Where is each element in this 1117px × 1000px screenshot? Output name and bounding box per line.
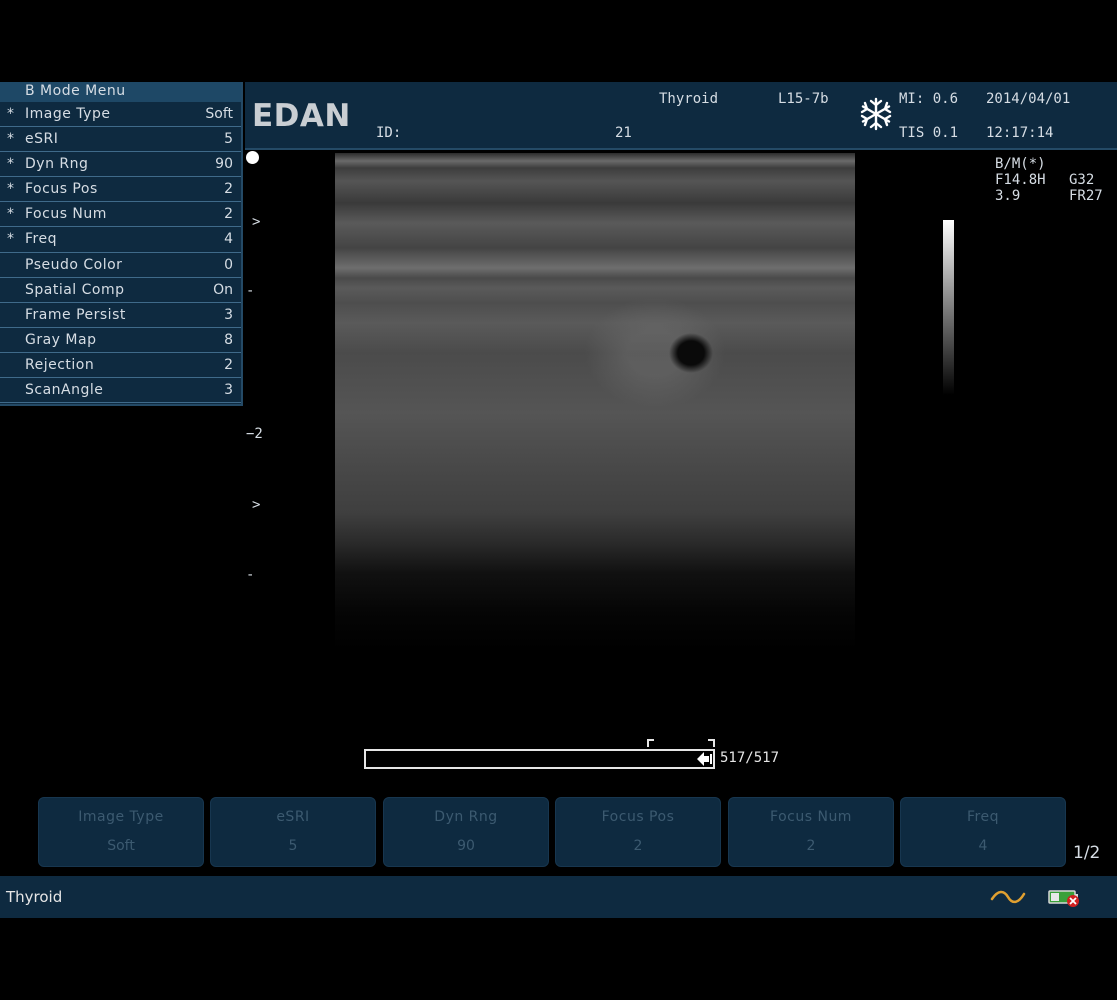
cine-frame-count: 517/517 [720, 750, 780, 766]
menu-item-pseudo-color[interactable]: Pseudo Color 0 [0, 253, 241, 278]
grayscale-bar [943, 220, 954, 395]
edan-logo: EDAN [252, 98, 351, 134]
menu-item-rejection[interactable]: Rejection 2 [0, 353, 241, 379]
depth-label-2: −2 [246, 426, 263, 442]
cine-range-end[interactable] [708, 739, 715, 747]
menu-item-frame-persist[interactable]: Frame Persist 3 [0, 303, 241, 328]
page-indicator[interactable]: 1/2 [1073, 843, 1100, 863]
snowflake-icon [860, 97, 892, 131]
b-mode-menu: B Mode Menu * Image Type Soft * eSRI 5 * Dyn … [0, 82, 243, 406]
mi-value: MI: 0.6 [899, 91, 959, 107]
soft-button-freq[interactable]: Freq 4 [900, 797, 1066, 867]
exam-name: Thyroid [659, 91, 719, 107]
probe-orientation-dot [246, 151, 259, 164]
gain-readout: G32 [1069, 172, 1095, 188]
menu-item-freq[interactable]: * Freq 4 [0, 227, 241, 253]
frame-rate-readout: FR27 [1069, 188, 1103, 204]
soft-button-image-type[interactable]: Image Type Soft [38, 797, 204, 867]
menu-title: B Mode Menu [0, 82, 241, 102]
ultrasound-image[interactable] [335, 153, 855, 650]
imaging-mode: B/M(*) [995, 156, 1046, 172]
depth-tick-1: - [246, 283, 255, 299]
wave-icon [990, 890, 1026, 904]
focus-marker-2: > [252, 497, 261, 513]
battery-icon [1048, 890, 1079, 907]
soft-button-focus-num[interactable]: Focus Num 2 [728, 797, 894, 867]
depth-tick-3: - [246, 567, 255, 583]
cine-arrow-icon[interactable] [697, 752, 713, 766]
menu-item-scan-angle[interactable]: ScanAngle 3 [0, 378, 241, 404]
exam-date: 2014/04/01 [986, 91, 1071, 107]
menu-item-spatial-comp[interactable]: Spatial Comp On [0, 278, 241, 303]
menu-item-image-type[interactable]: * Image Type Soft [0, 102, 241, 128]
frequency-readout: F14.8H [995, 172, 1046, 188]
focus-marker-1: > [252, 214, 261, 230]
status-bar: Thyroid [0, 876, 1117, 918]
cine-scrollbar[interactable] [364, 749, 715, 769]
menu-item-focus-num[interactable]: * Focus Num 2 [0, 202, 241, 228]
probe-name: L15-7b [778, 91, 829, 107]
menu-item-esri[interactable]: * eSRI 5 [0, 127, 241, 153]
exam-time: 12:17:14 [986, 125, 1054, 141]
soft-button-esri[interactable]: eSRI 5 [210, 797, 376, 867]
menu-item-dyn-rng[interactable]: * Dyn Rng 90 [0, 152, 241, 178]
soft-button-focus-pos[interactable]: Focus Pos 2 [555, 797, 721, 867]
patient-id: 21 [615, 125, 632, 141]
soft-button-dyn-rng[interactable]: Dyn Rng 90 [383, 797, 549, 867]
id-label: ID: [376, 125, 402, 141]
menu-item-focus-pos[interactable]: * Focus Pos 2 [0, 177, 241, 203]
tis-value: TIS 0.1 [899, 125, 959, 141]
status-exam-text: Thyroid [6, 888, 63, 906]
depth-readout: 3.9 [995, 188, 1021, 204]
cine-range-start[interactable] [647, 739, 654, 747]
menu-item-gray-map[interactable]: Gray Map 8 [0, 328, 241, 353]
header-bar: EDAN ID: 21 Thyroid L15-7b MI: 0.6 TIS 0… [245, 82, 1117, 150]
